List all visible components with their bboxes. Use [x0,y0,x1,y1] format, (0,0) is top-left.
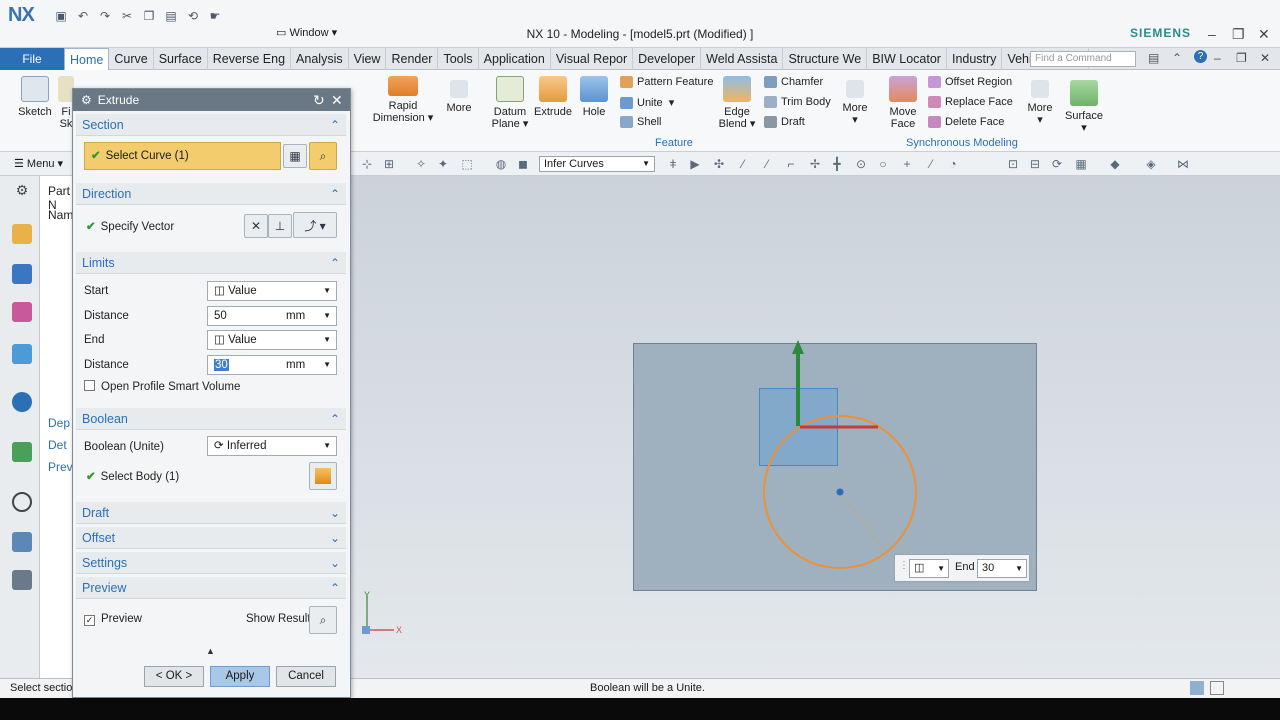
drag-grip-icon[interactable]: ⋮ [899,560,909,571]
chevron-down-icon: ⌄ [329,531,340,545]
boolean-type-select[interactable]: ⟳ Inferred ▼ [207,436,337,456]
vector-type-select[interactable]: ⤴ ▾ [293,212,337,238]
offset-header[interactable]: Offset ⌄ [76,527,346,549]
preview-checkbox[interactable]: ✓ Preview [84,613,142,626]
reset-icon[interactable]: ↻ [313,92,325,109]
vector-dialog-icon[interactable]: ⊥ [268,214,292,238]
settings-header[interactable]: Settings ⌄ [76,552,346,574]
checkbox-icon: ✓ [84,615,95,626]
chevron-up-icon: ⌃ [329,187,340,201]
dialog-title: Extrude [97,93,140,107]
end-distance-input[interactable]: 30 mm ▼ [207,355,337,375]
dialog-title-bar[interactable]: ⚙ Extrude ↻ ✕ [73,89,350,111]
section-header[interactable]: Section ⌃ [76,114,346,136]
start-label: Start [84,285,109,297]
status-icon-1[interactable] [1190,681,1204,695]
select-body-row[interactable]: ✔ Select Body (1) [86,469,179,483]
status-icon-2[interactable] [1210,681,1224,695]
checkmark-icon: ✔ [86,221,96,233]
open-profile-checkbox[interactable]: Open Profile Smart Volume [84,380,240,393]
end-distance-screen-input: ⋮ ◫ ▼ End 30 ▼ [894,554,1030,582]
end-label: End [955,561,975,573]
chevron-up-icon: ⌃ [329,118,340,132]
boolean-unite-label: Boolean (Unite) [84,441,164,453]
show-result-label: Show Result [246,613,311,625]
end-distance-label: Distance [84,359,129,371]
sketch-section-icon[interactable]: ▦ [283,144,307,168]
value-cube-icon: ◫ [214,285,225,297]
collapse-dialog-icon[interactable]: ▲ [206,646,215,656]
cancel-button[interactable]: Cancel [276,666,336,687]
radius-line [839,491,889,556]
reverse-direction-icon[interactable]: ✕ [244,214,268,238]
chevron-up-icon: ⌃ [329,256,340,270]
triad-x-label: X [396,625,403,635]
select-curve-row[interactable]: ✔ Select Curve (1) [84,142,281,170]
circle-center-point[interactable] [836,488,844,496]
close-icon[interactable]: ✕ [331,92,343,109]
end-type-select[interactable]: ◫ Value ▼ [207,330,337,350]
status-message: Boolean will be a Unite. [590,682,705,694]
inferred-icon: ⟳ [214,440,224,452]
triad-origin [362,626,370,634]
start-distance-label: Distance [84,310,129,322]
start-distance-input[interactable]: 50 mm ▼ [207,306,337,326]
value-cube-icon: ◫ [914,562,925,574]
extrude-arrow-head [792,340,804,354]
taskbar-strip [0,698,1280,720]
apply-button[interactable]: Apply [210,666,270,687]
draft-header[interactable]: Draft ⌄ [76,502,346,524]
start-type-select[interactable]: ◫ Value ▼ [207,281,337,301]
chevron-down-icon: ⌄ [329,506,340,520]
chevron-up-icon: ⌃ [329,581,340,595]
specify-vector-row[interactable]: ✔ Specify Vector [86,219,174,233]
preview-header[interactable]: Preview ⌃ [76,577,346,599]
direction-header[interactable]: Direction ⌃ [76,183,346,205]
value-cube-icon: ◫ [214,334,225,346]
checkmark-icon: ✔ [86,471,96,483]
show-result-icon[interactable]: ⌕ [309,606,337,634]
ok-button[interactable]: < OK > [144,666,204,687]
end-label: End [84,334,105,346]
triad-y-label: Y [364,590,371,600]
status-prompt: Select sectio [10,682,73,694]
select-body-icon[interactable] [309,462,337,490]
limits-header[interactable]: Limits ⌃ [76,252,346,274]
boolean-header[interactable]: Boolean ⌃ [76,408,346,430]
curve-select-icon[interactable]: ⌕ [309,142,337,170]
checkmark-icon: ✔ [91,150,101,162]
end-value-input[interactable]: 30 ▼ [977,559,1027,578]
chevron-down-icon: ⌄ [329,556,340,570]
checkbox-icon [84,380,95,391]
gear-icon: ⚙ [81,93,92,107]
chevron-up-icon: ⌃ [329,412,340,426]
end-limit-type-select[interactable]: ◫ ▼ [909,559,949,578]
